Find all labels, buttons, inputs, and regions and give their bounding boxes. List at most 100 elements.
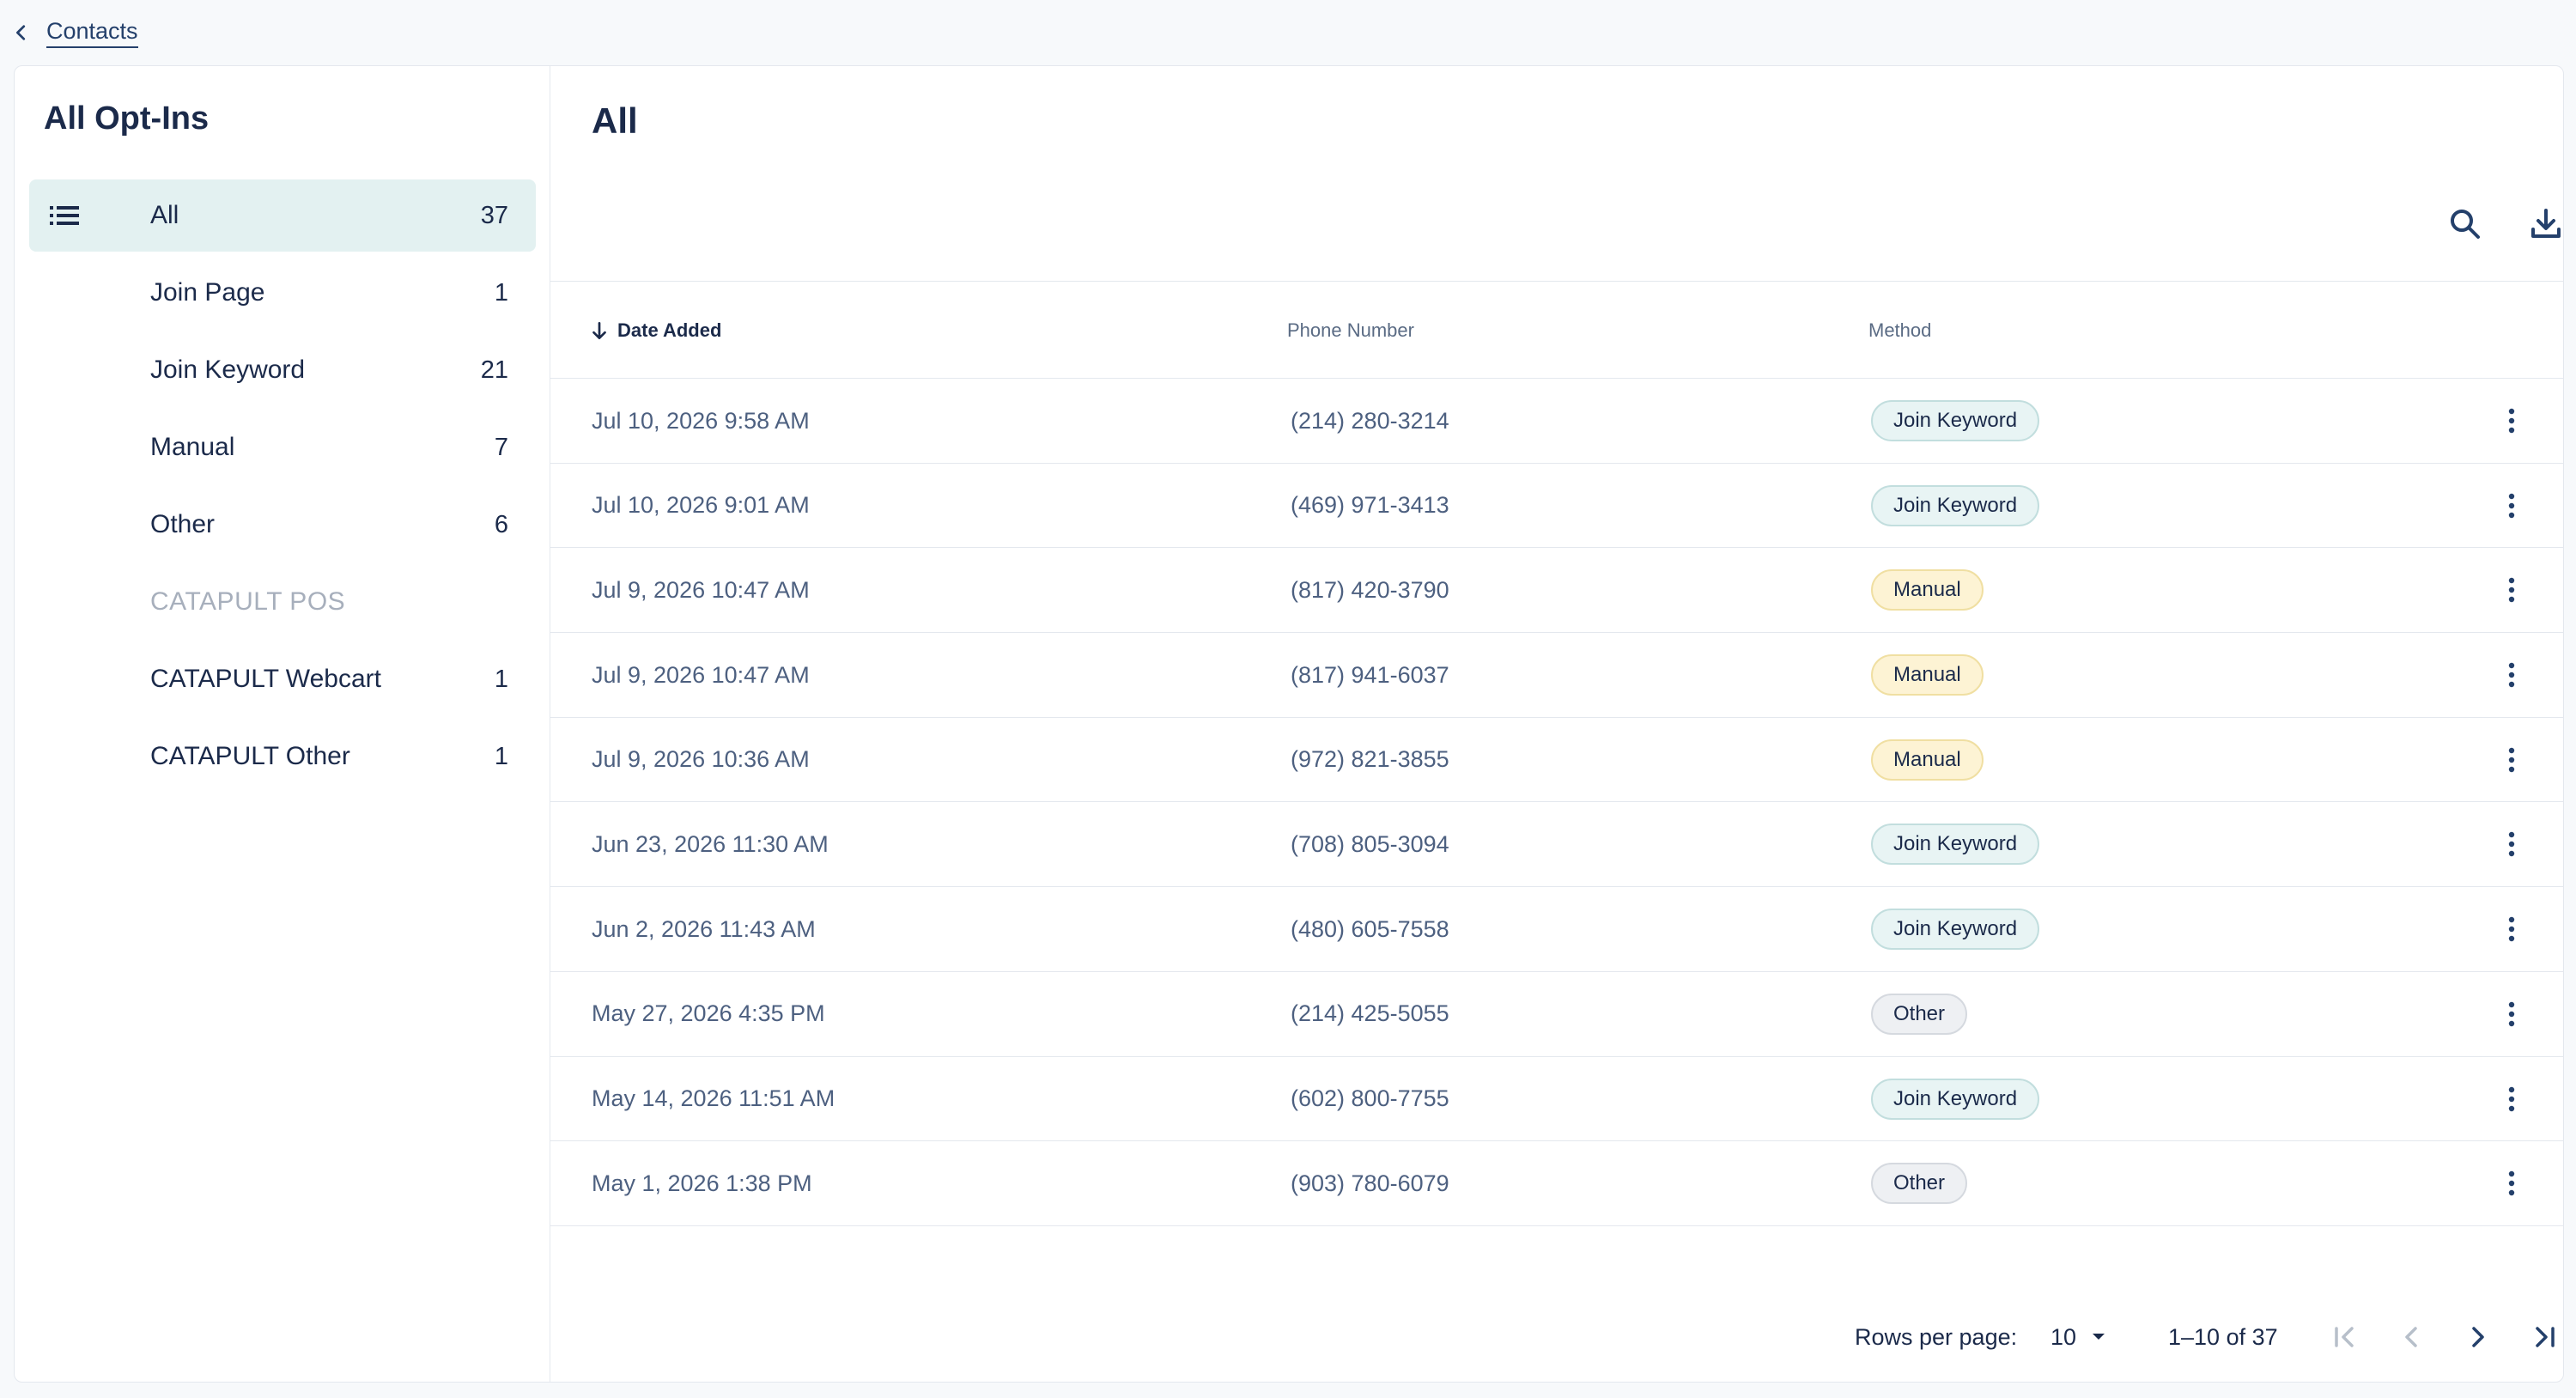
date-added-cell: Jun 23, 2026 11:30 AM <box>592 830 829 857</box>
sidebar-item-all[interactable]: All 37 <box>29 179 536 252</box>
sidebar-group-label: CATAPULT POS <box>150 587 346 616</box>
date-added-cell: Jul 10, 2026 9:58 AM <box>592 407 810 434</box>
more-vertical-icon <box>2508 916 2515 942</box>
table-body: Jul 10, 2026 9:58 AM (214) 280-3214 Join K… <box>550 379 2563 1226</box>
table-row[interactable]: Jul 9, 2026 10:36 AM (972) 821-3855 Manual <box>550 718 2563 803</box>
method-badge: Join Keyword <box>1871 484 2040 526</box>
method-cell: Other <box>1871 1141 1968 1225</box>
phone-number-cell: (817) 941-6037 <box>1291 661 1449 688</box>
column-phone-number[interactable]: Phone Number <box>1287 282 1414 380</box>
row-actions-button[interactable] <box>2494 1166 2529 1200</box>
more-vertical-icon <box>2508 662 2515 688</box>
more-vertical-icon <box>2508 1086 2515 1111</box>
more-vertical-icon <box>2508 493 2515 518</box>
date-added-cell: May 14, 2026 11:51 AM <box>592 1085 835 1111</box>
method-badge: Join Keyword <box>1871 909 2040 951</box>
sidebar-item-label: Join Keyword <box>150 356 306 384</box>
sidebar-nav: All 37 Join Page 1 Join Keyword 21 Manual 7 Othe… <box>29 179 536 798</box>
sidebar-item-label: Join Page <box>150 278 265 307</box>
sidebar-item-label: Other <box>150 510 216 538</box>
method-cell: Join Keyword <box>1871 802 2040 886</box>
search-icon <box>2451 210 2480 239</box>
more-vertical-icon <box>2508 578 2515 603</box>
table-row[interactable]: Jun 23, 2026 11:30 AM (708) 805-3094 Join … <box>550 802 2563 888</box>
row-actions-button[interactable] <box>2494 743 2529 777</box>
chevron-left-icon <box>2405 1327 2417 1347</box>
column-date-label: Date Added <box>617 319 722 341</box>
method-badge: Other <box>1871 1163 1968 1205</box>
table-row[interactable]: Jul 10, 2026 9:01 AM (469) 971-3413 Join K… <box>550 464 2563 549</box>
first-page-button[interactable] <box>2324 1316 2366 1358</box>
table-row[interactable]: Jul 9, 2026 10:47 AM (817) 420-3790 Manual <box>550 548 2563 634</box>
method-badge: Manual <box>1871 739 1984 781</box>
sidebar-item-join-page[interactable]: Join Page 1 <box>29 257 536 329</box>
more-vertical-icon <box>2508 1001 2515 1027</box>
row-actions-button[interactable] <box>2494 573 2529 607</box>
last-page-icon <box>2536 1327 2555 1347</box>
phone-number-cell: (708) 805-3094 <box>1291 830 1449 857</box>
row-actions-button[interactable] <box>2494 997 2529 1031</box>
table-header: Date Added Phone Number Method <box>550 281 2563 379</box>
sidebar-item-manual[interactable]: Manual 7 <box>29 411 536 483</box>
method-badge: Manual <box>1871 654 1984 696</box>
more-vertical-icon <box>2508 747 2515 772</box>
opt-ins-card: All Opt-Ins All 37 Join Page 1 Join Keyword 2… <box>14 65 2564 1383</box>
previous-page-button[interactable] <box>2391 1316 2432 1358</box>
sidebar-item-label: Manual <box>150 433 235 461</box>
more-vertical-icon <box>2508 1170 2515 1196</box>
next-page-button[interactable] <box>2458 1316 2499 1358</box>
sidebar-item-label: CATAPULT Webcart <box>150 665 381 693</box>
table-row[interactable]: May 27, 2026 4:35 PM (214) 425-5055 Other <box>550 972 2563 1057</box>
back-to-contacts-link[interactable]: Contacts <box>12 18 138 48</box>
sidebar-item-label: All <box>150 201 179 229</box>
page-range: 1–10 of 37 <box>2168 1323 2278 1350</box>
row-actions-button[interactable] <box>2494 912 2529 946</box>
row-actions-button[interactable] <box>2494 1082 2529 1116</box>
method-cell: Manual <box>1871 718 1984 802</box>
column-method[interactable]: Method <box>1868 282 1931 380</box>
date-added-cell: May 1, 2026 1:38 PM <box>592 1170 812 1196</box>
page-title: All <box>592 100 638 141</box>
search-button[interactable] <box>2445 204 2486 245</box>
method-cell: Manual <box>1871 548 1984 632</box>
table-row[interactable]: Jul 10, 2026 9:58 AM (214) 280-3214 Join K… <box>550 379 2563 464</box>
sidebar-item-count: 6 <box>494 510 508 538</box>
sidebar-item-count: 1 <box>494 742 508 770</box>
method-badge: Join Keyword <box>1871 400 2040 441</box>
table-row[interactable]: May 14, 2026 11:51 AM (602) 800-7755 Join … <box>550 1057 2563 1142</box>
row-actions-button[interactable] <box>2494 827 2529 861</box>
column-phone-label: Phone Number <box>1287 319 1414 341</box>
sidebar-item-other[interactable]: Other 6 <box>29 489 536 561</box>
list-icon <box>50 206 79 225</box>
date-added-cell: Jul 10, 2026 9:01 AM <box>592 492 810 519</box>
method-badge: Join Keyword <box>1871 1078 2040 1120</box>
breadcrumb: Contacts <box>12 14 138 52</box>
rows-per-page-value: 10 <box>2050 1323 2077 1350</box>
column-date-added[interactable]: Date Added <box>588 282 721 380</box>
sidebar-item-count: 1 <box>494 665 508 693</box>
download-button[interactable] <box>2525 204 2563 245</box>
rows-per-page-select[interactable]: 10 <box>2050 1286 2109 1382</box>
sidebar-item-catapult-webcart[interactable]: CATAPULT Webcart 1 <box>29 643 536 715</box>
sidebar-item-join-keyword[interactable]: Join Keyword 21 <box>29 334 536 406</box>
date-added-cell: Jul 9, 2026 10:36 AM <box>592 746 810 773</box>
row-actions-button[interactable] <box>2494 489 2529 523</box>
sidebar-item-count: 1 <box>494 278 508 307</box>
row-actions-button[interactable] <box>2494 404 2529 438</box>
sidebar-item-count: 7 <box>494 433 508 461</box>
row-actions-button[interactable] <box>2494 658 2529 692</box>
pagination: Rows per page: 10 1–10 of 37 <box>550 1286 2563 1382</box>
last-page-button[interactable] <box>2524 1316 2563 1358</box>
table-row[interactable]: Jul 9, 2026 10:47 AM (817) 941-6037 Manual <box>550 633 2563 718</box>
method-cell: Join Keyword <box>1871 464 2040 548</box>
back-link-label: Contacts <box>46 18 138 48</box>
arrow-down-icon <box>592 321 606 340</box>
sidebar-item-catapult-other[interactable]: CATAPULT Other 1 <box>29 720 536 793</box>
more-vertical-icon <box>2508 408 2515 434</box>
table-row[interactable]: Jun 2, 2026 11:43 AM (480) 605-7558 Join K… <box>550 887 2563 972</box>
method-badge: Manual <box>1871 569 1984 611</box>
method-cell: Join Keyword <box>1871 887 2040 971</box>
table-row[interactable]: May 1, 2026 1:38 PM (903) 780-6079 Other <box>550 1141 2563 1226</box>
sidebar-item-label: CATAPULT Other <box>150 742 350 770</box>
date-added-cell: Jun 2, 2026 11:43 AM <box>592 915 816 942</box>
